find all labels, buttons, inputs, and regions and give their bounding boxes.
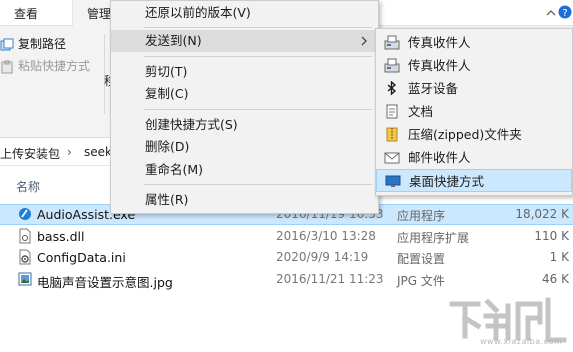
tab-view[interactable]: 查看 (0, 0, 52, 26)
menu-separator (144, 56, 372, 57)
bluetooth-icon (387, 81, 397, 96)
file-name[interactable]: 电脑声音设置示意图.jpg (37, 272, 173, 291)
menu-separator (144, 27, 372, 28)
send-to-label: 传真收件人 (408, 58, 471, 73)
send-to-documents[interactable]: 文档 (376, 100, 572, 123)
send-to-desktop-shortcut[interactable]: 桌面快捷方式 (376, 169, 572, 192)
submenu-arrow-icon (361, 36, 367, 46)
file-date: 2016/11/21 11:23 (276, 272, 384, 286)
ribbon-expand-icon[interactable] (545, 7, 557, 19)
send-to-label: 邮件收件人 (408, 150, 471, 165)
send-to-label: 传真收件人 (408, 35, 471, 50)
send-to-zip-folder[interactable]: 压缩(zipped)文件夹 (376, 123, 572, 146)
menu-item-cut[interactable]: 剪切(T) (111, 61, 378, 83)
file-type: 应用程序 (397, 209, 446, 223)
exe-app-icon (19, 208, 31, 220)
menu-item-rename[interactable]: 重命名(M) (111, 159, 378, 181)
menu-item-send-to-label: 发送到(N) (145, 33, 202, 48)
menu-item-restore-previous-versions[interactable]: 还原以前的版本(V) (111, 2, 378, 24)
file-size: 18,022 K (515, 207, 569, 221)
copy-path-icon (0, 38, 14, 50)
send-to-bluetooth[interactable]: 蓝牙设备 (376, 77, 572, 100)
file-date: 2020/9/9 14:19 (276, 250, 369, 264)
help-icon[interactable]: ? (558, 4, 572, 20)
svg-text:?: ? (562, 8, 567, 19)
copy-path-button[interactable]: 复制路径 (0, 34, 66, 54)
image-file-icon (18, 272, 32, 286)
fax-icon (384, 58, 400, 73)
menu-separator (144, 109, 372, 110)
menu-item-delete[interactable]: 删除(D) (111, 136, 378, 158)
file-date: 2016/3/10 13:28 (276, 229, 376, 243)
paste-shortcut-button[interactable]: 粘贴快捷方式 (0, 56, 90, 76)
context-menu: 还原以前的版本(V) 发送到(N) 剪切(T) 复制(C) 创建快捷方式(S) … (110, 0, 379, 214)
send-to-submenu: 传真收件人 传真收件人 蓝牙设备 文档 压缩(zipped)文件夹 邮件收件人 (375, 28, 573, 196)
send-to-mail-recipient[interactable]: 邮件收件人 (376, 146, 572, 169)
menu-separator (144, 184, 372, 185)
file-type: JPG 文件 (397, 274, 445, 288)
mail-icon (384, 152, 400, 164)
watermark-url: www.xiazaiba.com (480, 337, 563, 346)
file-type: 应用程序扩展 (397, 231, 470, 245)
column-header-name[interactable]: 名称 (16, 178, 40, 195)
send-to-label: 文档 (408, 104, 434, 119)
send-to-fax-recipient[interactable]: 传真收件人 (376, 31, 572, 54)
zip-folder-icon (386, 127, 398, 142)
send-to-label: 桌面快捷方式 (409, 174, 485, 189)
copy-path-label: 复制路径 (18, 37, 67, 51)
menu-item-create-shortcut[interactable]: 创建快捷方式(S) (111, 114, 378, 136)
file-size: 110 K (534, 229, 569, 243)
breadcrumb-folder[interactable]: 上传安装包 (0, 145, 60, 162)
breadcrumb-current[interactable]: seek (84, 145, 112, 159)
menu-item-properties[interactable]: 属性(R) (111, 189, 378, 211)
send-to-fax-recipient[interactable]: 传真收件人 (376, 54, 572, 77)
dll-file-icon (19, 228, 31, 244)
file-type: 配置设置 (397, 252, 446, 266)
menu-item-copy[interactable]: 复制(C) (111, 83, 378, 105)
send-to-label: 压缩(zipped)文件夹 (408, 127, 522, 142)
paste-shortcut-label: 粘贴快捷方式 (18, 59, 91, 73)
ini-file-icon (19, 249, 31, 265)
menu-item-send-to[interactable]: 发送到(N) (111, 30, 378, 52)
send-to-label: 蓝牙设备 (408, 81, 459, 96)
documents-icon (386, 104, 398, 119)
paste-shortcut-icon (1, 60, 13, 73)
file-name[interactable]: ConfigData.ini (37, 250, 126, 265)
breadcrumb-chevron-icon[interactable]: › (67, 145, 72, 159)
file-size: 46 K (542, 272, 569, 286)
file-size: 1 K (549, 250, 569, 264)
desktop-icon (385, 175, 401, 187)
file-name[interactable]: bass.dll (37, 229, 84, 244)
fax-icon (384, 35, 400, 50)
